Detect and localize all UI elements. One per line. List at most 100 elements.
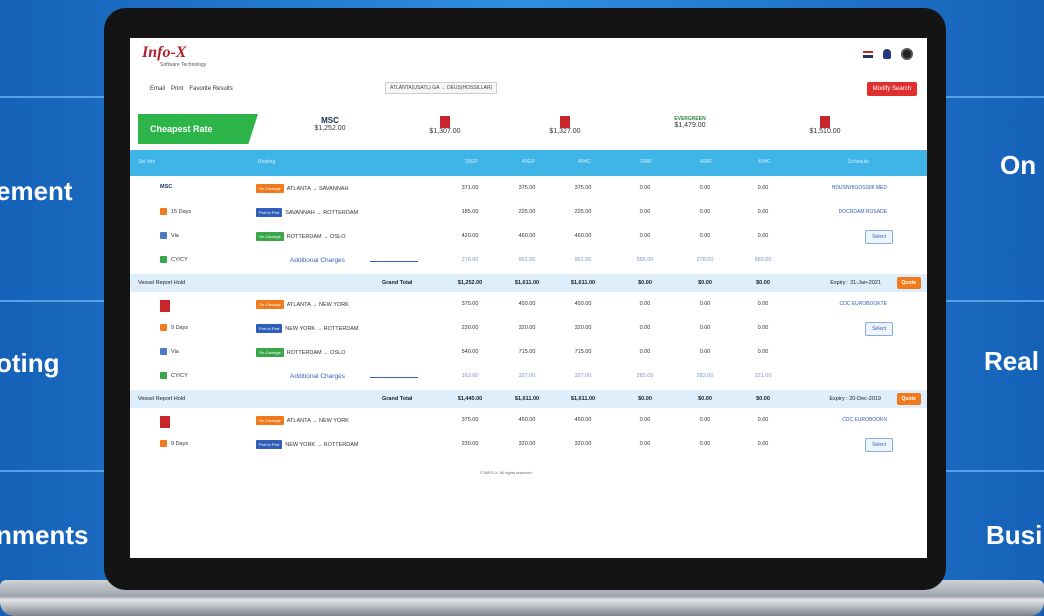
divider xyxy=(940,96,1044,98)
rate-cell: 0.00 xyxy=(639,417,651,423)
rate-cell: 375.00 xyxy=(574,185,592,191)
charge-cell: 961.00 xyxy=(518,257,536,263)
leg-route: ATLANTA → NEW YORK xyxy=(286,417,349,424)
carrier-logo-icon xyxy=(560,116,570,128)
charge-cell: 337.00 xyxy=(574,373,592,379)
grand-total-cell: $0.00 xyxy=(698,280,712,286)
rate-cell: 320.00 xyxy=(518,325,536,331)
leg-type-badge: Port to Port xyxy=(256,324,283,333)
result-toolbar: Email Print Favorite Results xyxy=(150,86,233,92)
grand-total-cell: $1,611.00 xyxy=(514,280,540,286)
schedule-link[interactable]: HDUSNHIGOSS08 MED xyxy=(832,185,887,191)
carrier-price: $1,510.00 xyxy=(809,128,841,135)
email-link[interactable]: Email xyxy=(150,86,165,92)
grand-total-cell: $1,252.00 xyxy=(457,280,483,286)
leg-type-badge: On Carriage xyxy=(256,348,284,357)
rate-cell: 0.00 xyxy=(757,349,769,355)
side-label-right-2: Real xyxy=(984,346,1039,376)
select-button[interactable]: Select xyxy=(865,438,893,452)
leg-meta: Via xyxy=(160,232,179,239)
modify-search-button[interactable]: Modify Search xyxy=(866,82,917,96)
user-icon[interactable] xyxy=(883,49,891,59)
grand-total-cell: $1,611.00 xyxy=(570,396,596,402)
rate-cell: 0.00 xyxy=(699,441,711,447)
row-actions[interactable]: Vessel Report Hold xyxy=(138,280,185,286)
row-actions[interactable]: Vessel Report Hold xyxy=(138,396,185,402)
quote-button[interactable]: Quote xyxy=(896,277,921,289)
rate-cell: 0.00 xyxy=(699,233,711,239)
rate-cell: 460.00 xyxy=(518,233,536,239)
leg-meta: 15 Days xyxy=(160,208,191,215)
carrier-option[interactable]: $1,307.00 xyxy=(405,116,485,135)
carrier-option[interactable]: $1,327.00 xyxy=(525,116,605,135)
carrier-price: $1,252.00 xyxy=(314,125,346,132)
leg-route: NEW YORK → ROTTERDAM xyxy=(285,441,359,448)
charge-cell: 278.00 xyxy=(696,257,714,263)
table-header: Sel Ves Routing 20GP 40GP 40HC 20RF 40RF 45HC… xyxy=(130,150,927,176)
table-row: Via On Carriage ROTTERDAM → OSLO 420.00 460.… xyxy=(130,226,927,250)
rate-cell: 225.00 xyxy=(574,209,592,215)
side-label-left-3: nments xyxy=(0,520,89,550)
schedule-link[interactable]: CDC EUROBOOKTE xyxy=(839,301,887,307)
table-row: 15 Days Port to Port SAVANNAH → ROTTERDAM 1… xyxy=(130,202,927,226)
rate-cell: 230.00 xyxy=(461,325,479,331)
carrier-option[interactable]: $1,510.00 xyxy=(785,116,865,135)
carrier-price: $1,327.00 xyxy=(549,128,581,135)
settings-icon[interactable] xyxy=(901,48,913,60)
app-logo[interactable]: Info-X xyxy=(142,44,186,62)
routing-leg: On Carriage ATLANTA → NEW YORK xyxy=(256,300,349,309)
charge-cell: 282.00 xyxy=(696,373,714,379)
carrier-cell: MSC xyxy=(160,184,172,190)
charge-cell: 337.00 xyxy=(518,373,536,379)
grand-total-cell: $1,440.00 xyxy=(457,396,483,402)
charge-cell: 565.00 xyxy=(754,257,772,263)
routing-leg: Port to Port NEW YORK → ROTTERDAM xyxy=(256,324,358,333)
leg-route: SAVANNAH → ROTTERDAM xyxy=(285,209,359,216)
rate-cell: 320.00 xyxy=(574,325,592,331)
charge-cell: 265.00 xyxy=(636,373,654,379)
side-label-right-1: On xyxy=(1000,150,1037,180)
grand-total-cell: $1,611.00 xyxy=(514,396,540,402)
routing-leg: On Carriage ATLANTA → NEW YORK xyxy=(256,416,349,425)
rate-cell: 0.00 xyxy=(699,301,711,307)
schedule-link[interactable]: DOCRDAM ROSADE xyxy=(839,209,887,215)
leg-route: ROTTERDAM → OSLO xyxy=(286,349,346,356)
carrier-option[interactable]: MSC $1,252.00 xyxy=(290,116,370,132)
additional-charges-link[interactable]: Additional Charges xyxy=(290,257,345,264)
divider xyxy=(940,470,1044,472)
service-icon xyxy=(160,372,167,379)
divider xyxy=(370,261,418,262)
leg-route: NEW YORK → ROTTERDAM xyxy=(285,325,359,332)
rate-cell: 0.00 xyxy=(639,441,651,447)
select-button[interactable]: Select xyxy=(865,230,893,244)
rate-cell: 320.00 xyxy=(574,441,592,447)
carrier-price: $1,479.00 xyxy=(674,122,706,129)
divider xyxy=(0,300,112,302)
routing-leg: On Carriage ATLANTA → SAVANNAH xyxy=(256,184,348,193)
leg-route: ATLANTA → SAVANNAH xyxy=(286,185,349,192)
grand-total-row: Vessel Report Hold Grand Total $1,252.00 $1… xyxy=(130,274,927,292)
rate-cell: 0.00 xyxy=(757,233,769,239)
schedule-link[interactable]: CDC EUROBOOKN xyxy=(842,417,887,423)
rate-cell: 375.00 xyxy=(461,301,479,307)
grand-total-cell: $0.00 xyxy=(638,396,652,402)
quote-button[interactable]: Quote xyxy=(896,393,921,405)
divider xyxy=(0,470,112,472)
print-link[interactable]: Print xyxy=(171,86,183,92)
rate-cell: 0.00 xyxy=(757,417,769,423)
calendar-icon xyxy=(160,324,167,331)
routing-leg: Port to Port NEW YORK → ROTTERDAM xyxy=(256,440,358,449)
leg-meta: 9 Days xyxy=(160,324,188,331)
rate-cell: 0.00 xyxy=(639,209,651,215)
select-button[interactable]: Select xyxy=(865,322,893,336)
additional-charges-link[interactable]: Additional Charges xyxy=(290,373,345,380)
favorite-results-link[interactable]: Favorite Results xyxy=(189,86,232,92)
rate-cell: 715.00 xyxy=(574,349,592,355)
leg-type-badge: Port to Port xyxy=(256,208,283,217)
rate-cell: 0.00 xyxy=(757,185,769,191)
calendar-icon xyxy=(160,208,167,215)
carrier-option[interactable]: EVERGREEN $1,479.00 xyxy=(650,116,730,129)
grand-total-cell: $0.00 xyxy=(698,396,712,402)
info-icon xyxy=(160,232,167,239)
flag-icon[interactable] xyxy=(863,50,873,58)
